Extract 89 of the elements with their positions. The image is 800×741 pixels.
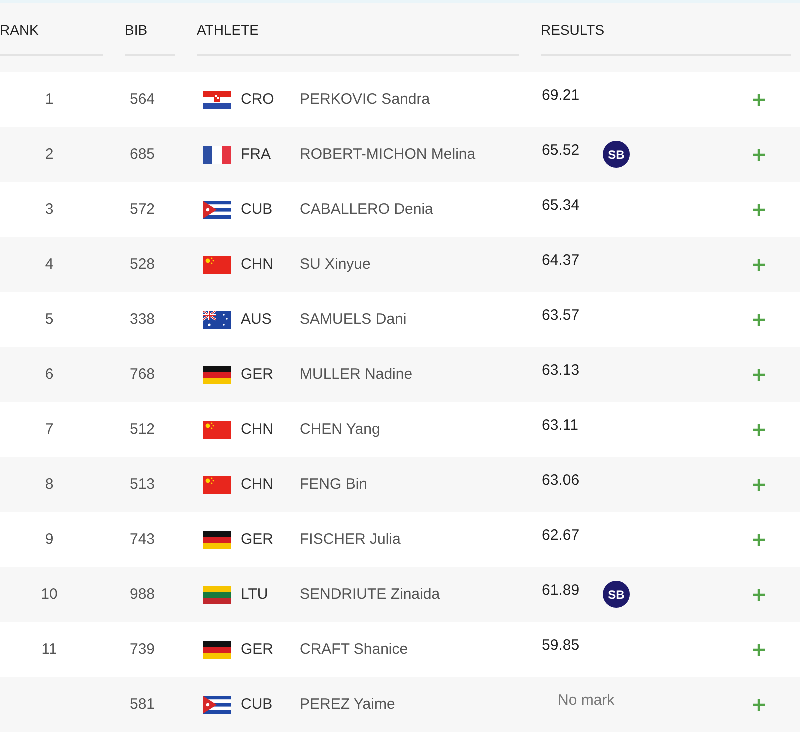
bib-number: 512 (130, 421, 156, 438)
athlete-name: SU Xinyue (300, 256, 371, 273)
country-code: CRO (241, 91, 276, 108)
rank: 5 (45, 311, 54, 328)
rank: 8 (45, 476, 54, 493)
column-header: RESULTS (541, 22, 605, 38)
country-code: GER (241, 366, 275, 383)
country-code: GER (241, 641, 275, 658)
country-code: CUB (241, 201, 274, 218)
column-header: BIB (125, 22, 148, 38)
athlete-name: FISCHER Julia (300, 531, 401, 548)
season-best-badge: SB (603, 581, 630, 608)
rank: 2 (45, 146, 54, 163)
plus-icon[interactable] (753, 478, 765, 490)
plus-icon[interactable] (753, 314, 765, 326)
flag-icon (203, 420, 231, 438)
result-mark: 61.89 (542, 582, 581, 599)
flag-icon (203, 586, 231, 604)
country-code: CHN (241, 476, 274, 493)
bib-number: 338 (130, 311, 156, 328)
bib-number: 739 (130, 641, 156, 658)
result-mark: No mark (557, 692, 616, 709)
athlete-name: PEREZ Yaime (300, 696, 396, 713)
rank: 6 (45, 366, 54, 383)
athlete-name: PERKOVIC Sandra (300, 91, 430, 108)
bib-number: 768 (130, 366, 156, 383)
country-code: CUB (241, 696, 274, 713)
bib-number: 513 (130, 476, 156, 493)
rank: 11 (42, 641, 58, 658)
bib-number: 988 (130, 586, 156, 603)
country-code: FRA (241, 146, 272, 163)
flag-icon (203, 310, 231, 328)
season-best-badge: SB (603, 141, 630, 168)
flag-icon (203, 146, 231, 164)
country-code: LTU (241, 586, 270, 603)
rank: 3 (45, 201, 54, 218)
flag-icon (203, 476, 231, 494)
column-header: ATHLETE (197, 22, 259, 38)
plus-icon[interactable] (753, 258, 765, 270)
rank: 7 (45, 421, 54, 438)
plus-icon[interactable] (753, 698, 765, 710)
plus-icon[interactable] (753, 588, 765, 600)
rank: 4 (45, 256, 54, 273)
rank: 9 (45, 531, 54, 548)
result-mark: 63.13 (542, 362, 581, 379)
country-code: GER (241, 531, 275, 548)
rank: 1 (45, 91, 54, 108)
result-mark: 69.21 (542, 87, 581, 104)
plus-icon[interactable] (753, 368, 765, 380)
result-mark: 65.34 (542, 197, 581, 214)
flag-icon (203, 696, 231, 714)
country-code: CHN (241, 421, 274, 438)
flag-icon (203, 366, 231, 384)
plus-icon[interactable] (753, 148, 765, 160)
plus-icon[interactable] (753, 534, 765, 546)
plus-icon[interactable] (753, 644, 765, 656)
bib-number: 581 (130, 696, 156, 713)
flag-icon (203, 640, 231, 658)
country-code: AUS (241, 311, 273, 328)
flag-icon (203, 90, 231, 108)
athlete-name: CABALLERO Denia (300, 201, 434, 218)
result-mark: 63.06 (542, 472, 581, 489)
bib-number: 528 (130, 256, 156, 273)
rank: 10 (41, 586, 58, 603)
result-mark: 63.11 (542, 417, 580, 434)
athlete-name: SENDRIUTE Zinaida (300, 586, 440, 603)
flag-icon (203, 530, 231, 548)
bib-number: 564 (130, 91, 156, 108)
result-mark: 64.37 (542, 252, 581, 269)
bib-number: 685 (130, 146, 156, 163)
athlete-name: MULLER Nadine (300, 366, 413, 383)
bib-number: 572 (130, 201, 156, 218)
column-header: RANK (0, 22, 39, 38)
result-mark: 62.67 (542, 527, 581, 544)
flag-icon (203, 200, 231, 218)
athlete-name: SAMUELS Dani (300, 311, 407, 328)
country-code: CHN (241, 256, 274, 273)
result-mark: 59.85 (542, 637, 581, 654)
plus-icon[interactable] (753, 204, 765, 216)
bib-number: 743 (130, 531, 156, 548)
result-mark: 63.57 (542, 307, 581, 324)
athlete-name: CHEN Yang (300, 421, 380, 438)
plus-icon[interactable] (753, 94, 765, 106)
athlete-name: FENG Bin (300, 476, 368, 493)
athlete-name: ROBERT-MICHON Melina (300, 146, 476, 163)
plus-icon[interactable] (753, 424, 765, 436)
flag-icon (203, 256, 231, 274)
athlete-name: CRAFT Shanice (300, 641, 408, 658)
result-mark: 65.52 (542, 142, 581, 159)
